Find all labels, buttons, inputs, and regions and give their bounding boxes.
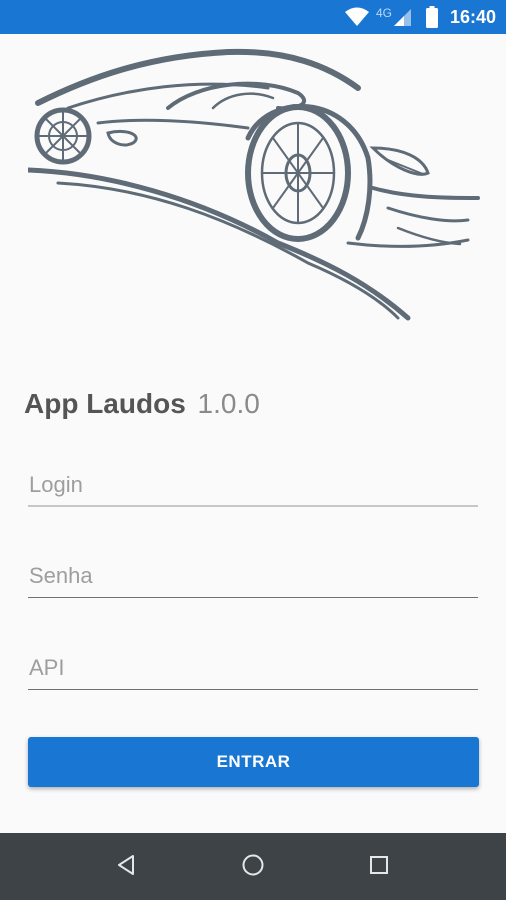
battery-icon xyxy=(425,6,438,28)
network-type-label: 4G xyxy=(375,6,392,20)
recents-button[interactable] xyxy=(359,847,399,887)
senha-field xyxy=(28,558,478,598)
app-name: App Laudos xyxy=(24,388,186,419)
signal-icon xyxy=(392,7,412,27)
recents-icon xyxy=(369,855,389,880)
api-field xyxy=(28,650,478,690)
back-icon xyxy=(115,854,137,881)
navigation-bar xyxy=(0,833,506,900)
senha-underline xyxy=(28,596,478,598)
home-icon xyxy=(241,853,265,882)
login-input[interactable] xyxy=(28,467,478,507)
entrar-button[interactable]: ENTRAR xyxy=(28,737,479,787)
home-button[interactable] xyxy=(233,847,273,887)
clock-time: 16:40 xyxy=(449,6,496,27)
senha-input[interactable] xyxy=(28,558,478,598)
login-field xyxy=(28,467,478,507)
app-title: App Laudos 1.0.0 xyxy=(24,388,260,420)
api-input[interactable] xyxy=(28,650,478,690)
back-button[interactable] xyxy=(106,847,146,887)
sports-car-logo xyxy=(25,48,480,328)
wifi-icon xyxy=(344,7,370,27)
app-version: 1.0.0 xyxy=(197,388,260,419)
status-icons: 4G 16:40 xyxy=(344,0,496,34)
api-underline xyxy=(28,688,478,690)
login-underline xyxy=(28,505,478,507)
status-bar: 4G 16:40 xyxy=(0,0,506,34)
